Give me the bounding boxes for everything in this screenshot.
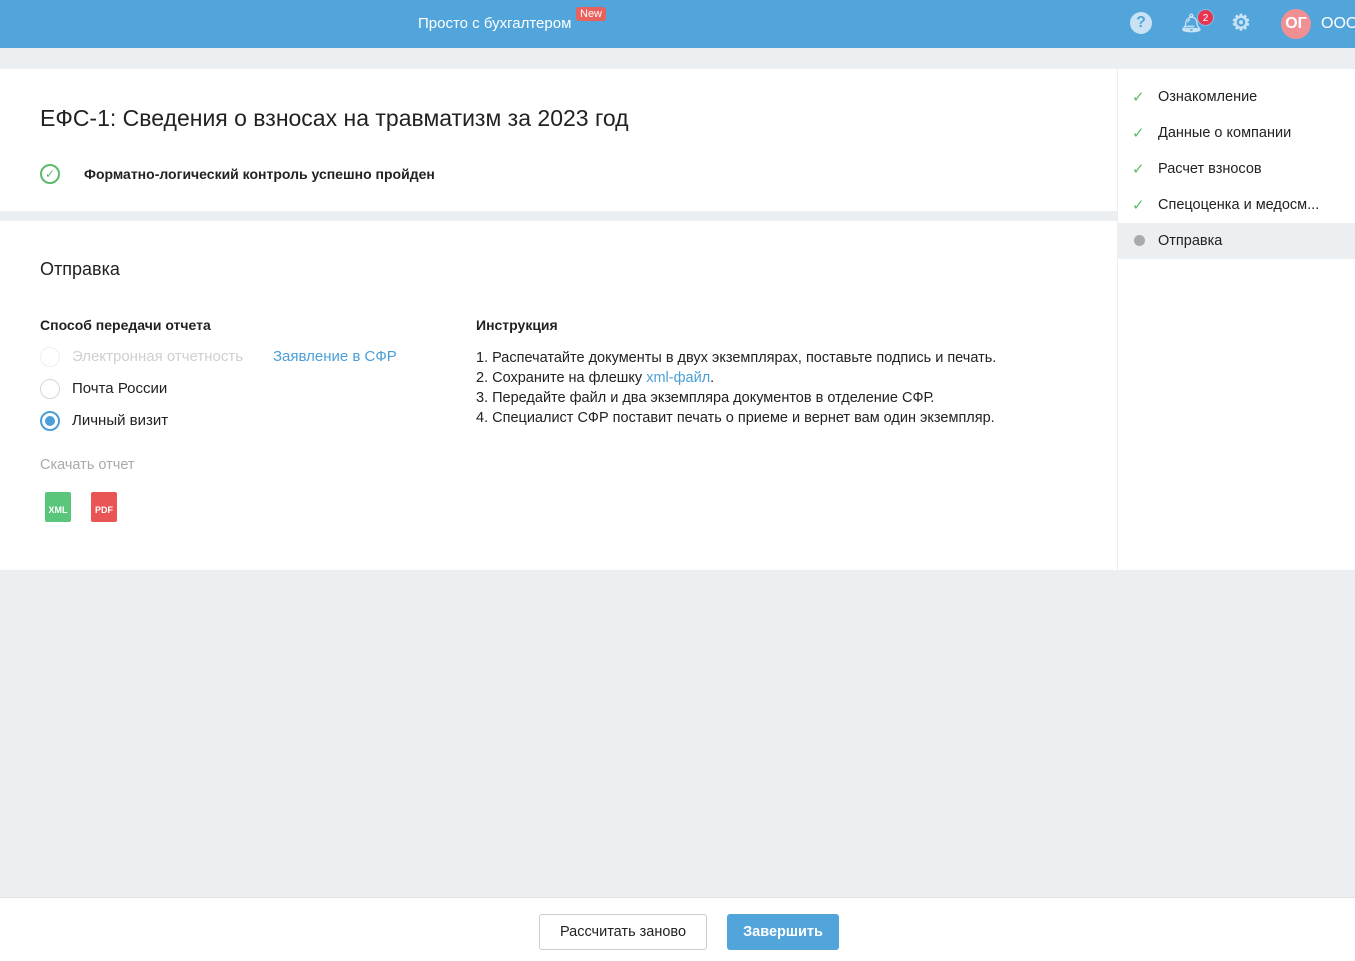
step-intro[interactable]: ✓ Ознакомление <box>1118 79 1355 115</box>
instruction-step: 2. Сохраните на флешку xml-файл. <box>476 368 996 388</box>
check-icon: ✓ <box>1132 161 1145 178</box>
xml-file-icon[interactable]: XML <box>45 492 71 522</box>
gear-icon[interactable]: ⚙︎ <box>1230 12 1252 34</box>
instruction-step: 1. Распечатайте документы в двух экземпл… <box>476 350 997 366</box>
step-label: Отправка <box>1158 233 1223 249</box>
step-calc[interactable]: ✓ Расчет взносов <box>1118 151 1355 187</box>
pdf-file-icon[interactable]: PDF <box>91 492 117 522</box>
radio-electronic-label: Электронная отчетность <box>72 348 244 365</box>
page-title: ЕФС-1: Сведения о взносах на травматизм … <box>40 105 629 131</box>
step-company[interactable]: ✓ Данные о компании <box>1118 115 1355 151</box>
step-text: 2. Сохраните на флешку <box>476 370 647 386</box>
top-bar: Просто с бухгалтером New ? 🔔︎ 2 ⚙︎ ОГ ОО… <box>0 0 1355 48</box>
check-status: Форматно-логический контроль успешно про… <box>84 166 435 182</box>
download-label: Скачать отчет <box>40 457 135 473</box>
step-label: Спецоценка и медосм... <box>1158 197 1320 213</box>
brand-link[interactable]: Просто с бухгалтером <box>418 15 571 32</box>
radio-post[interactable] <box>40 379 60 399</box>
step-text: . <box>710 370 715 386</box>
step-send[interactable]: Отправка <box>1118 223 1355 259</box>
xml-file-link[interactable]: xml-файл <box>646 370 710 386</box>
radio-personal-visit-label[interactable]: Личный визит <box>72 412 168 429</box>
report-header-card: ЕФС-1: Сведения о взносах на травматизм … <box>0 69 1117 211</box>
instructions-title: Инструкция <box>476 317 558 333</box>
steps-sidebar: ✓ Ознакомление ✓ Данные о компании ✓ Расчет… <box>1118 69 1355 570</box>
step-label: Ознакомление <box>1158 89 1258 105</box>
step-label: Расчет взносов <box>1158 161 1262 177</box>
footer-bar: Рассчитать заново Завершить <box>0 897 1355 961</box>
recalculate-button[interactable]: Рассчитать заново <box>539 914 707 950</box>
section-title: Отправка <box>40 259 120 279</box>
check-icon: ✓ <box>1132 89 1145 106</box>
avatar[interactable]: ОГ <box>1281 9 1311 39</box>
current-dot-icon <box>1134 234 1145 246</box>
radio-post-label[interactable]: Почта России <box>72 380 167 397</box>
help-icon[interactable]: ? <box>1130 12 1152 34</box>
check-circle-icon: ✓ <box>40 164 60 184</box>
radio-personal-visit[interactable] <box>40 411 60 431</box>
check-icon: ✓ <box>1132 125 1145 142</box>
instructions-list: 1. Распечатайте документы в двух экземпл… <box>476 348 996 428</box>
new-badge: New <box>576 7 607 21</box>
finish-button[interactable]: Завершить <box>727 914 839 950</box>
notification-count-badge: 2 <box>1197 9 1214 26</box>
send-card: Отправка Способ передачи отчета Электрон… <box>0 221 1117 570</box>
step-label: Данные о компании <box>1158 125 1292 141</box>
sfr-application-link[interactable]: Заявление в СФР <box>273 348 397 365</box>
step-assessment[interactable]: ✓ Спецоценка и медосм... <box>1118 187 1355 223</box>
radio-electronic[interactable] <box>40 347 60 367</box>
instruction-step: 3. Передайте файл и два экземпляра докум… <box>476 390 935 406</box>
check-icon: ✓ <box>1132 197 1145 214</box>
org-name[interactable]: ООО <box>1321 15 1355 33</box>
method-label: Способ передачи отчета <box>40 317 211 333</box>
instruction-step: 4. Специалист СФР поставит печать о прие… <box>476 410 995 426</box>
